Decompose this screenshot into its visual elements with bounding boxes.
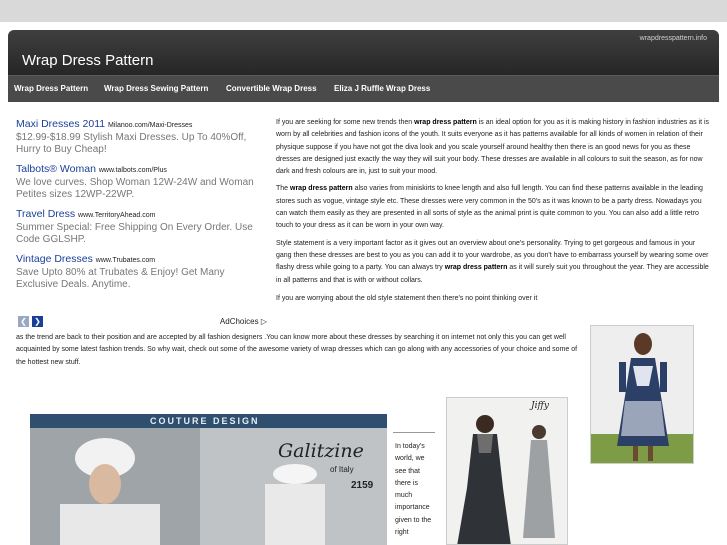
adchoices-icon: ▷ [260, 317, 267, 326]
caption-divider [393, 432, 435, 433]
pattern-logo: Jiffy [531, 401, 549, 411]
ad-item[interactable]: Vintage Dresses www.Trubates.com Save Up… [16, 253, 269, 291]
article-paragraph: Style statement is a very important fact… [276, 239, 709, 284]
ad-url[interactable]: Milanoo.com/Maxi-Dresses [108, 122, 192, 129]
site-title[interactable]: Wrap Dress Pattern [22, 52, 153, 69]
article-paragraph: If you are seeking for some new trends t… [276, 119, 710, 176]
ad-item[interactable]: Talbots® Woman www.talbots.com/Plus We l… [16, 163, 269, 201]
nav-item-convertible-wrap-dress[interactable]: Convertible Wrap Dress [226, 84, 317, 93]
ad-title[interactable]: Maxi Dresses 2011 [16, 118, 105, 130]
ad-url[interactable]: www.TerritoryAhead.com [78, 212, 155, 219]
nav-item-wrap-dress-pattern[interactable]: Wrap Dress Pattern [14, 84, 88, 93]
ad-url[interactable]: www.talbots.com/Plus [99, 167, 167, 174]
keyword-link[interactable]: wrap dress pattern [290, 185, 353, 192]
adchoices-link[interactable]: AdChoices ▷ [220, 317, 267, 326]
ad-url[interactable]: www.Trubates.com [96, 257, 155, 264]
ad-title[interactable]: Talbots® Woman [16, 163, 96, 175]
site-url[interactable]: wrapdresspattern.info [640, 35, 707, 42]
ad-unit: Maxi Dresses 2011 Milanoo.com/Maxi-Dress… [16, 118, 269, 330]
article-paragraph: The wrap dress pattern also varies from … [276, 185, 703, 230]
pattern-brand: Galitzine [278, 440, 364, 462]
article-body: If you are seeking for some new trends t… [276, 117, 712, 305]
wrap-dress-photo [590, 325, 694, 464]
pattern-sub: of Italy [330, 465, 354, 474]
image-caption: In today's world, we see that there is m… [395, 443, 432, 537]
ad-text: Save Upto 80% at Trubates & Enjoy! Get M… [16, 267, 225, 290]
ad-title[interactable]: Vintage Dresses [16, 253, 93, 265]
ad-title[interactable]: Travel Dress [16, 208, 75, 220]
article-paragraph-continued: as the trend are back to their position … [16, 334, 578, 366]
next-arrow-icon[interactable]: ❯ [32, 316, 43, 327]
browser-top-strip [0, 0, 727, 22]
main-nav: Wrap Dress Pattern Wrap Dress Sewing Pat… [8, 75, 719, 102]
dress-pattern-illustration: Jiffy [446, 397, 568, 545]
ad-text: Summer Special: Free Shipping On Every O… [16, 222, 253, 245]
prev-arrow-icon[interactable]: ❮ [18, 316, 29, 327]
main-content: Maxi Dresses 2011 Milanoo.com/Maxi-Dress… [8, 102, 719, 545]
nav-item-wrap-dress-sewing-pattern[interactable]: Wrap Dress Sewing Pattern [104, 84, 208, 93]
pattern-illustration-icon [30, 428, 325, 545]
ad-item[interactable]: Maxi Dresses 2011 Milanoo.com/Maxi-Dress… [16, 118, 269, 156]
ad-item[interactable]: Travel Dress www.TerritoryAhead.com Summ… [16, 208, 269, 246]
article-paragraph-start: If you are worrying about the old style … [276, 294, 538, 302]
woman-figure-icon [591, 326, 693, 463]
vintage-pattern-envelope: COUTURE DESIGN Galitzine of Italy 2159 [30, 414, 387, 545]
keyword-link[interactable]: wrap dress pattern [445, 264, 508, 271]
dress-sketch-icon [447, 398, 567, 544]
pattern-number: 2159 [351, 480, 374, 491]
ad-text: $12.99-$18.99 Stylish Maxi Dresses. Up T… [16, 132, 247, 155]
nav-item-eliza-j-ruffle[interactable]: Eliza J Ruffle Wrap Dress [334, 84, 430, 93]
site-header: wrapdresspattern.info Wrap Dress Pattern [8, 30, 719, 75]
ad-text: We love curves. Shop Woman 12W-24W and W… [16, 177, 254, 200]
ad-footer: ❮ ❯ AdChoices ▷ [16, 315, 269, 329]
keyword-link[interactable]: wrap dress pattern [414, 119, 477, 126]
